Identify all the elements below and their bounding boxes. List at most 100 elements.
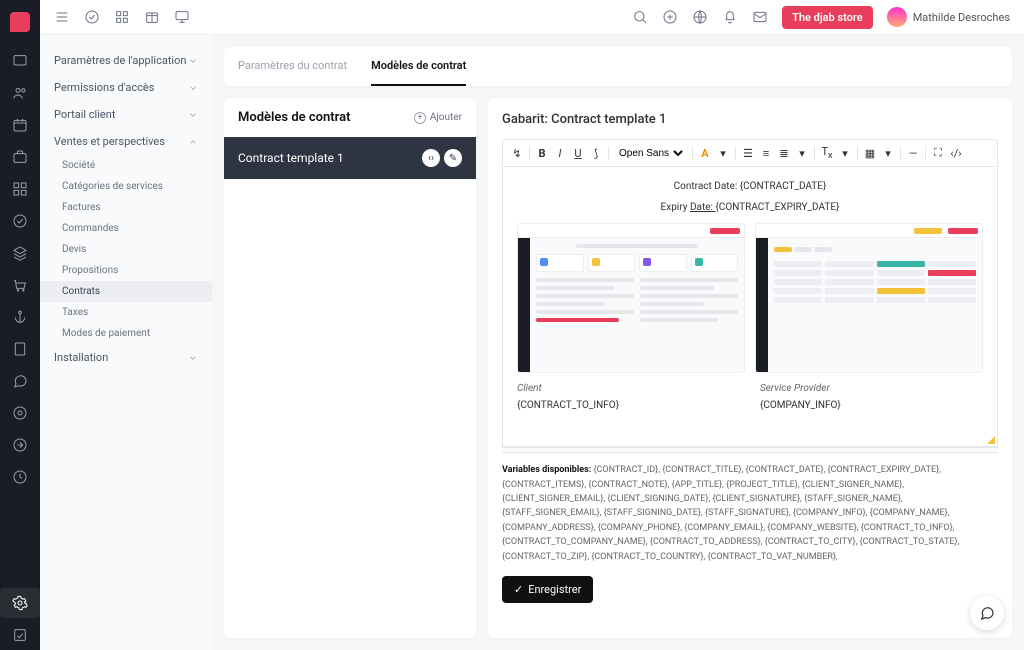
tool-list-ol-icon[interactable]: ≡: [760, 147, 772, 160]
sidebar-item-payment-modes[interactable]: Modes de paiement: [40, 323, 212, 344]
tool-dropdown-icon[interactable]: ▾: [796, 147, 808, 160]
screenshot-placeholder: [755, 223, 983, 373]
editor-panel: Gabarit: Contract template 1 ↯ B I U ⟆ O…: [488, 98, 1012, 638]
template-list-title: Modèles de contrat: [238, 110, 350, 125]
rail-book-icon[interactable]: [0, 334, 40, 364]
sidebar-item-quotes[interactable]: Devis: [40, 239, 212, 260]
rail-support-icon[interactable]: [0, 398, 40, 428]
sidebar-item-orders[interactable]: Commandes: [40, 218, 212, 239]
chevron-up-icon: [188, 137, 198, 147]
bell-icon[interactable]: [722, 9, 738, 25]
tool-hr-icon[interactable]: —: [907, 147, 919, 160]
editor-content[interactable]: Contract Date: {CONTRACT_DATE} Expiry Da…: [502, 167, 998, 447]
template-list-panel: Modèles de contrat + Ajouter Contract te…: [224, 98, 476, 638]
sidebar-item-invoices[interactable]: Factures: [40, 197, 212, 218]
tool-bold-icon[interactable]: B: [536, 147, 548, 160]
rail-layers-icon[interactable]: [0, 238, 40, 268]
tool-italic-icon[interactable]: I: [554, 147, 566, 160]
search-icon[interactable]: [632, 9, 648, 25]
client-value: {CONTRACT_TO_INFO}: [517, 400, 740, 411]
service-provider-label: Service Provider: [760, 383, 983, 394]
apps-icon[interactable]: [114, 9, 130, 25]
tool-code-icon[interactable]: ‹/›: [950, 147, 962, 160]
tool-paragraph-icon[interactable]: Tx: [821, 145, 833, 161]
service-provider-value: {COMPANY_INFO}: [760, 400, 983, 411]
tool-underline-icon[interactable]: U: [572, 147, 584, 160]
brand-logo[interactable]: [10, 12, 30, 32]
rail-clock-icon[interactable]: [0, 462, 40, 492]
rail-briefcase-icon[interactable]: [0, 142, 40, 172]
screenshot-placeholder: [517, 223, 745, 373]
sidebar-section-installation[interactable]: Installation: [40, 344, 212, 371]
rail-calendar-icon[interactable]: [0, 110, 40, 140]
rail-dashboard-icon[interactable]: [0, 46, 40, 76]
tool-dropdown-icon[interactable]: ▾: [717, 147, 729, 160]
edit-icon[interactable]: ✎: [444, 149, 462, 167]
box-icon[interactable]: [144, 9, 160, 25]
sidebar-section-sales[interactable]: Ventes et perspectives: [40, 128, 212, 155]
sidebar-section-app-settings[interactable]: Paramètres de l'application: [40, 47, 212, 74]
tool-strike-icon[interactable]: ⟆: [590, 147, 602, 160]
monitor-icon[interactable]: [174, 9, 190, 25]
tool-table-icon[interactable]: ▦: [864, 147, 876, 160]
chevron-down-icon: [188, 110, 198, 120]
sidebar-item-contracts[interactable]: Contrats: [40, 281, 212, 302]
user-menu[interactable]: Mathilde Desroches: [887, 7, 1010, 27]
help-fab[interactable]: [970, 596, 1004, 630]
rail-users-icon[interactable]: [0, 78, 40, 108]
settings-sidebar: Paramètres de l'application Permissions …: [40, 35, 212, 650]
add-template-button[interactable]: + Ajouter: [414, 112, 462, 124]
timer-check-icon[interactable]: [84, 9, 100, 25]
user-name-label: Mathilde Desroches: [913, 11, 1010, 24]
editor-title: Gabarit: Contract template 1: [502, 112, 998, 127]
contract-date-line: Contract Date: {CONTRACT_DATE}: [517, 181, 983, 192]
font-family-select[interactable]: Open Sans: [615, 147, 686, 160]
expiry-date-line: Expiry Date: {CONTRACT_EXPIRY_DATE}: [517, 202, 983, 213]
sidebar-item-proposals[interactable]: Propositions: [40, 260, 212, 281]
chevron-down-icon: [188, 353, 198, 363]
sidebar-item-service-categories[interactable]: Catégories de services: [40, 176, 212, 197]
tabs-card: Paramètres du contrat Modèles de contrat: [224, 47, 1012, 86]
tool-dropdown-icon[interactable]: ▾: [882, 147, 894, 160]
editor-toolbar: ↯ B I U ⟆ Open Sans A ▾: [502, 139, 998, 167]
check-icon: ✓: [514, 583, 523, 596]
rail-edit-icon[interactable]: [0, 620, 40, 650]
tool-text-color-icon[interactable]: A: [699, 147, 711, 160]
tab-contract-templates[interactable]: Modèles de contrat: [371, 47, 466, 86]
save-button[interactable]: ✓ Enregistrer: [502, 576, 593, 603]
sidebar-section-permissions[interactable]: Permissions d'accès: [40, 74, 212, 101]
tool-align-icon[interactable]: ≣: [778, 147, 790, 160]
avatar: [887, 7, 907, 27]
add-icon[interactable]: [662, 9, 678, 25]
main-area: Paramètres du contrat Modèles de contrat…: [212, 35, 1024, 650]
tool-list-ul-icon[interactable]: ☰: [742, 147, 754, 160]
sidebar-item-company[interactable]: Société: [40, 155, 212, 176]
tool-wand-icon[interactable]: ↯: [511, 147, 523, 160]
rail-export-icon[interactable]: [0, 430, 40, 460]
rail-anchor-icon[interactable]: [0, 302, 40, 332]
resize-divider[interactable]: [502, 447, 998, 453]
mail-icon[interactable]: [752, 9, 768, 25]
plus-icon: +: [414, 112, 426, 124]
menu-icon[interactable]: [54, 9, 70, 25]
top-bar: The djab store Mathilde Desroches: [40, 0, 1024, 35]
tool-dropdown-icon[interactable]: ▾: [839, 147, 851, 160]
rail-settings-icon[interactable]: [0, 588, 40, 618]
rail-cart-icon[interactable]: [0, 270, 40, 300]
rail-chat-icon[interactable]: [0, 366, 40, 396]
available-variables: Variables disponibles: {CONTRACT_ID}, {C…: [502, 463, 998, 564]
sidebar-section-client-portal[interactable]: Portail client: [40, 101, 212, 128]
globe-icon[interactable]: [692, 9, 708, 25]
tool-fullscreen-icon[interactable]: ⛶: [932, 146, 944, 160]
store-link-button[interactable]: The djab store: [782, 6, 873, 29]
template-list-item[interactable]: Contract template 1 ‹› ✎: [224, 137, 476, 179]
tab-contract-settings[interactable]: Paramètres du contrat: [238, 47, 347, 86]
client-label: Client: [517, 383, 740, 394]
code-icon[interactable]: ‹›: [422, 149, 440, 167]
rail-check-icon[interactable]: [0, 206, 40, 236]
chevron-down-icon: [188, 83, 198, 93]
resize-handle-icon[interactable]: [987, 436, 995, 444]
sidebar-item-taxes[interactable]: Taxes: [40, 302, 212, 323]
rail-grid-icon[interactable]: [0, 174, 40, 204]
nav-rail: [0, 0, 40, 650]
